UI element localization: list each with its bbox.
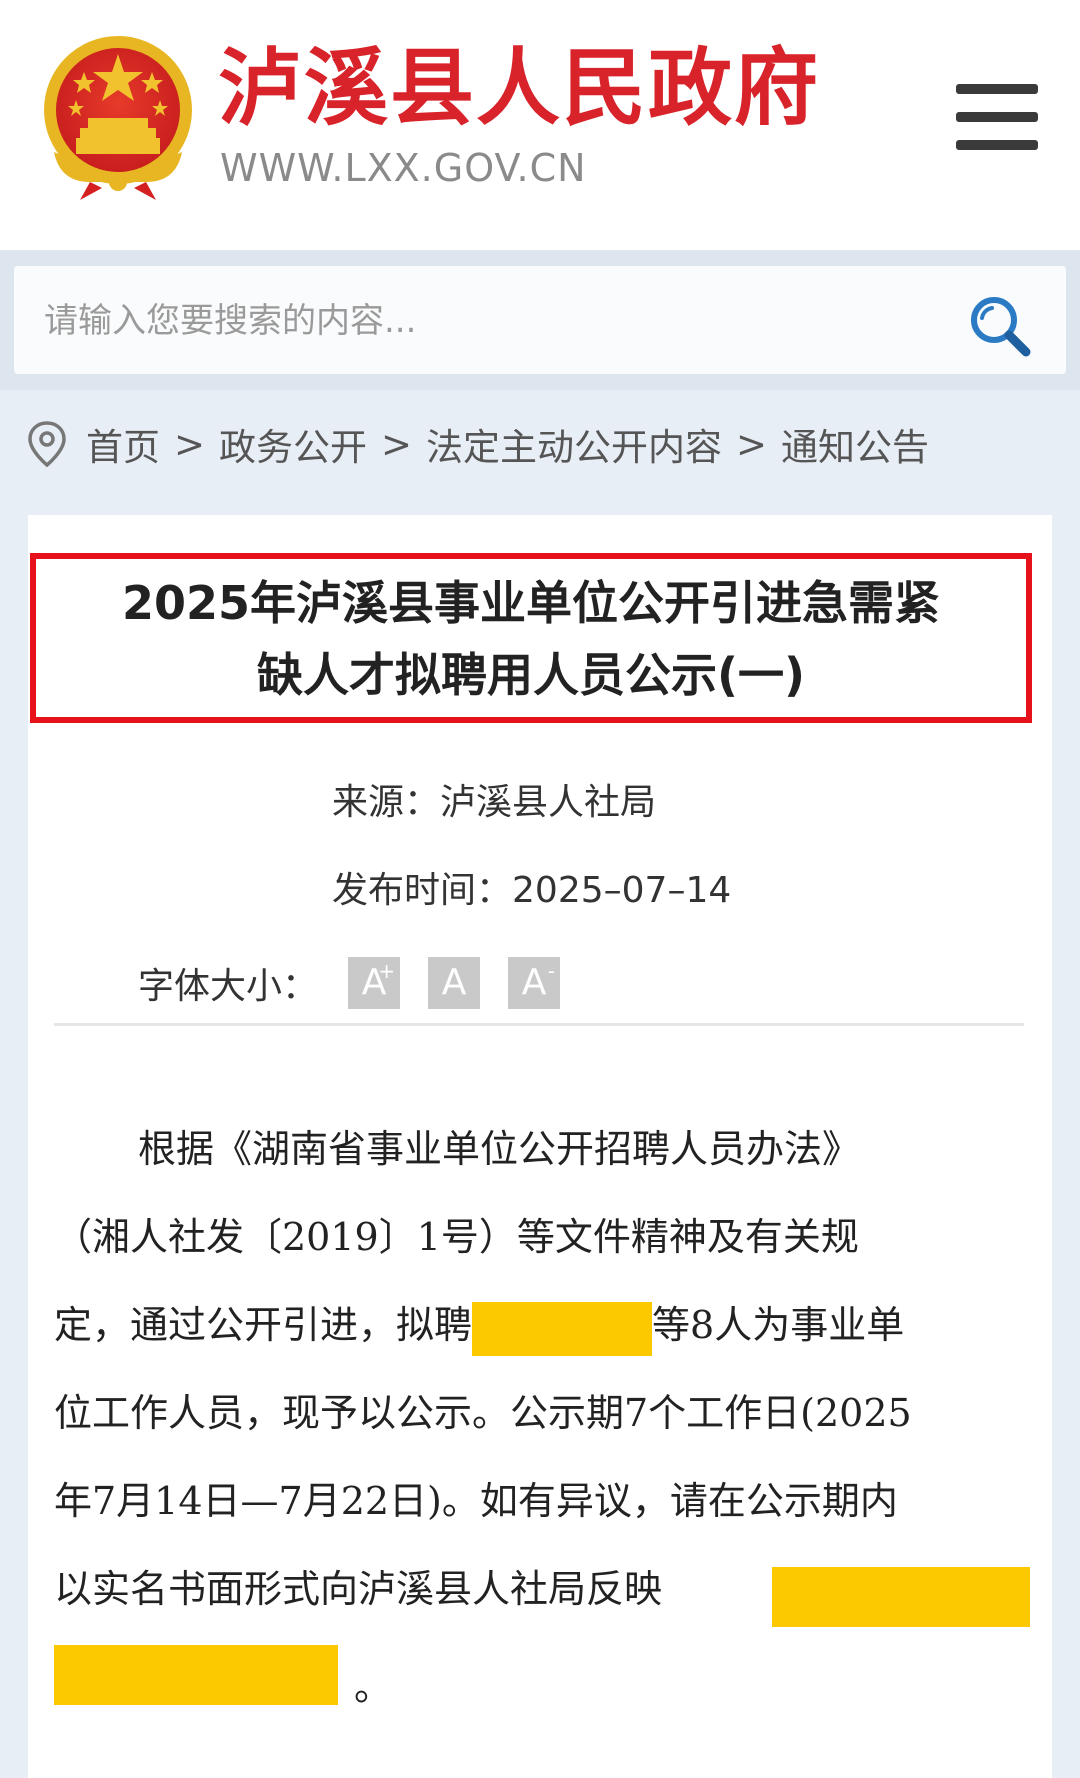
breadcrumb-home[interactable]: 首页 (86, 417, 160, 471)
article-title-line-1: 2025年泸溪县事业单位公开引进急需紧 (121, 576, 941, 630)
date-value: 2025–07–14 (512, 870, 732, 911)
breadcrumb-separator: > (381, 422, 413, 466)
redacted-contact-2 (54, 1645, 338, 1705)
search-bar (0, 250, 1080, 390)
paragraph-line-1: 根据《湖南省事业单位公开招聘人员办法》 (138, 1127, 861, 1171)
hamburger-menu-icon[interactable] (950, 80, 1040, 156)
paragraph-line-2: （湘人社发〔2019〕1号）等文件精神及有关规 (54, 1215, 859, 1259)
source-value: 泸溪县人社局 (440, 782, 657, 823)
date-label: 发布时间： (332, 870, 513, 911)
paragraph-end: 。 (354, 1665, 393, 1709)
paragraph-line-3-start: 定，通过公开引进，拟聘 (54, 1303, 473, 1347)
paragraph-line-4: 位工作人员，现予以公示。公示期7个工作日(2025 (54, 1391, 912, 1435)
article-source: 来源：泸溪县人社局 (332, 779, 656, 827)
breadcrumb-gov-affairs[interactable]: 政务公开 (219, 417, 367, 471)
article-title-box: 2025年泸溪县事业单位公开引进急需紧 缺人才拟聘用人员公示(一) (30, 553, 1032, 723)
paragraph-line-3: 定，通过公开引进，拟聘 等8人为事业单 (54, 1297, 904, 1356)
breadcrumb-separator: > (736, 422, 768, 466)
search-input[interactable] (42, 290, 936, 352)
font-decrease-letter: A (521, 962, 547, 1003)
site-header: 泸溪县人民政府 WWW.LXX.GOV.CN (0, 0, 1080, 250)
font-size-label: 字体大小： (138, 966, 319, 1007)
paragraph-line-3-end: 等8人为事业单 (652, 1303, 905, 1347)
breadcrumb: 首页 > 政务公开 > 法定主动公开内容 > 通知公告 (26, 414, 929, 474)
paragraph-line-5: 年7月14日—7月22日)。如有异议，请在公示期内 (54, 1479, 898, 1523)
font-increase-button[interactable]: A + (348, 957, 401, 1009)
site-name: 泸溪县人民政府 (218, 39, 821, 137)
article-date: 发布时间：2025–07–14 (332, 867, 731, 915)
search-box (14, 266, 1066, 374)
font-normal-button[interactable]: A (428, 957, 481, 1009)
breadcrumb-notices[interactable]: 通知公告 (781, 417, 929, 471)
redacted-contact-1 (772, 1567, 1030, 1627)
font-increase-mark: + (378, 959, 396, 983)
national-emblem-icon (44, 36, 192, 200)
location-pin-icon (28, 421, 66, 468)
font-normal-letter: A (441, 962, 467, 1003)
article-panel: 2025年泸溪县事业单位公开引进急需紧 缺人才拟聘用人员公示(一) 来源：泸溪县… (28, 515, 1052, 1778)
meta-divider (54, 1023, 1024, 1026)
article-title-line-2: 缺人才拟聘用人员公示(一) (256, 648, 806, 702)
font-decrease-button[interactable]: A- (508, 957, 561, 1009)
font-size-controls: 字体大小： A + A A- (138, 955, 588, 1011)
breadcrumb-statutory-disclosure[interactable]: 法定主动公开内容 (426, 417, 722, 471)
site-domain: WWW.LXX.GOV.CN (220, 146, 587, 190)
search-icon[interactable] (966, 292, 1034, 360)
font-decrease-mark: - (547, 959, 556, 983)
source-label: 来源： (332, 782, 441, 823)
paragraph-line-6: 以实名书面形式向泸溪县人社局反映 (54, 1567, 663, 1611)
breadcrumb-separator: > (174, 422, 206, 466)
redacted-name (472, 1301, 653, 1356)
